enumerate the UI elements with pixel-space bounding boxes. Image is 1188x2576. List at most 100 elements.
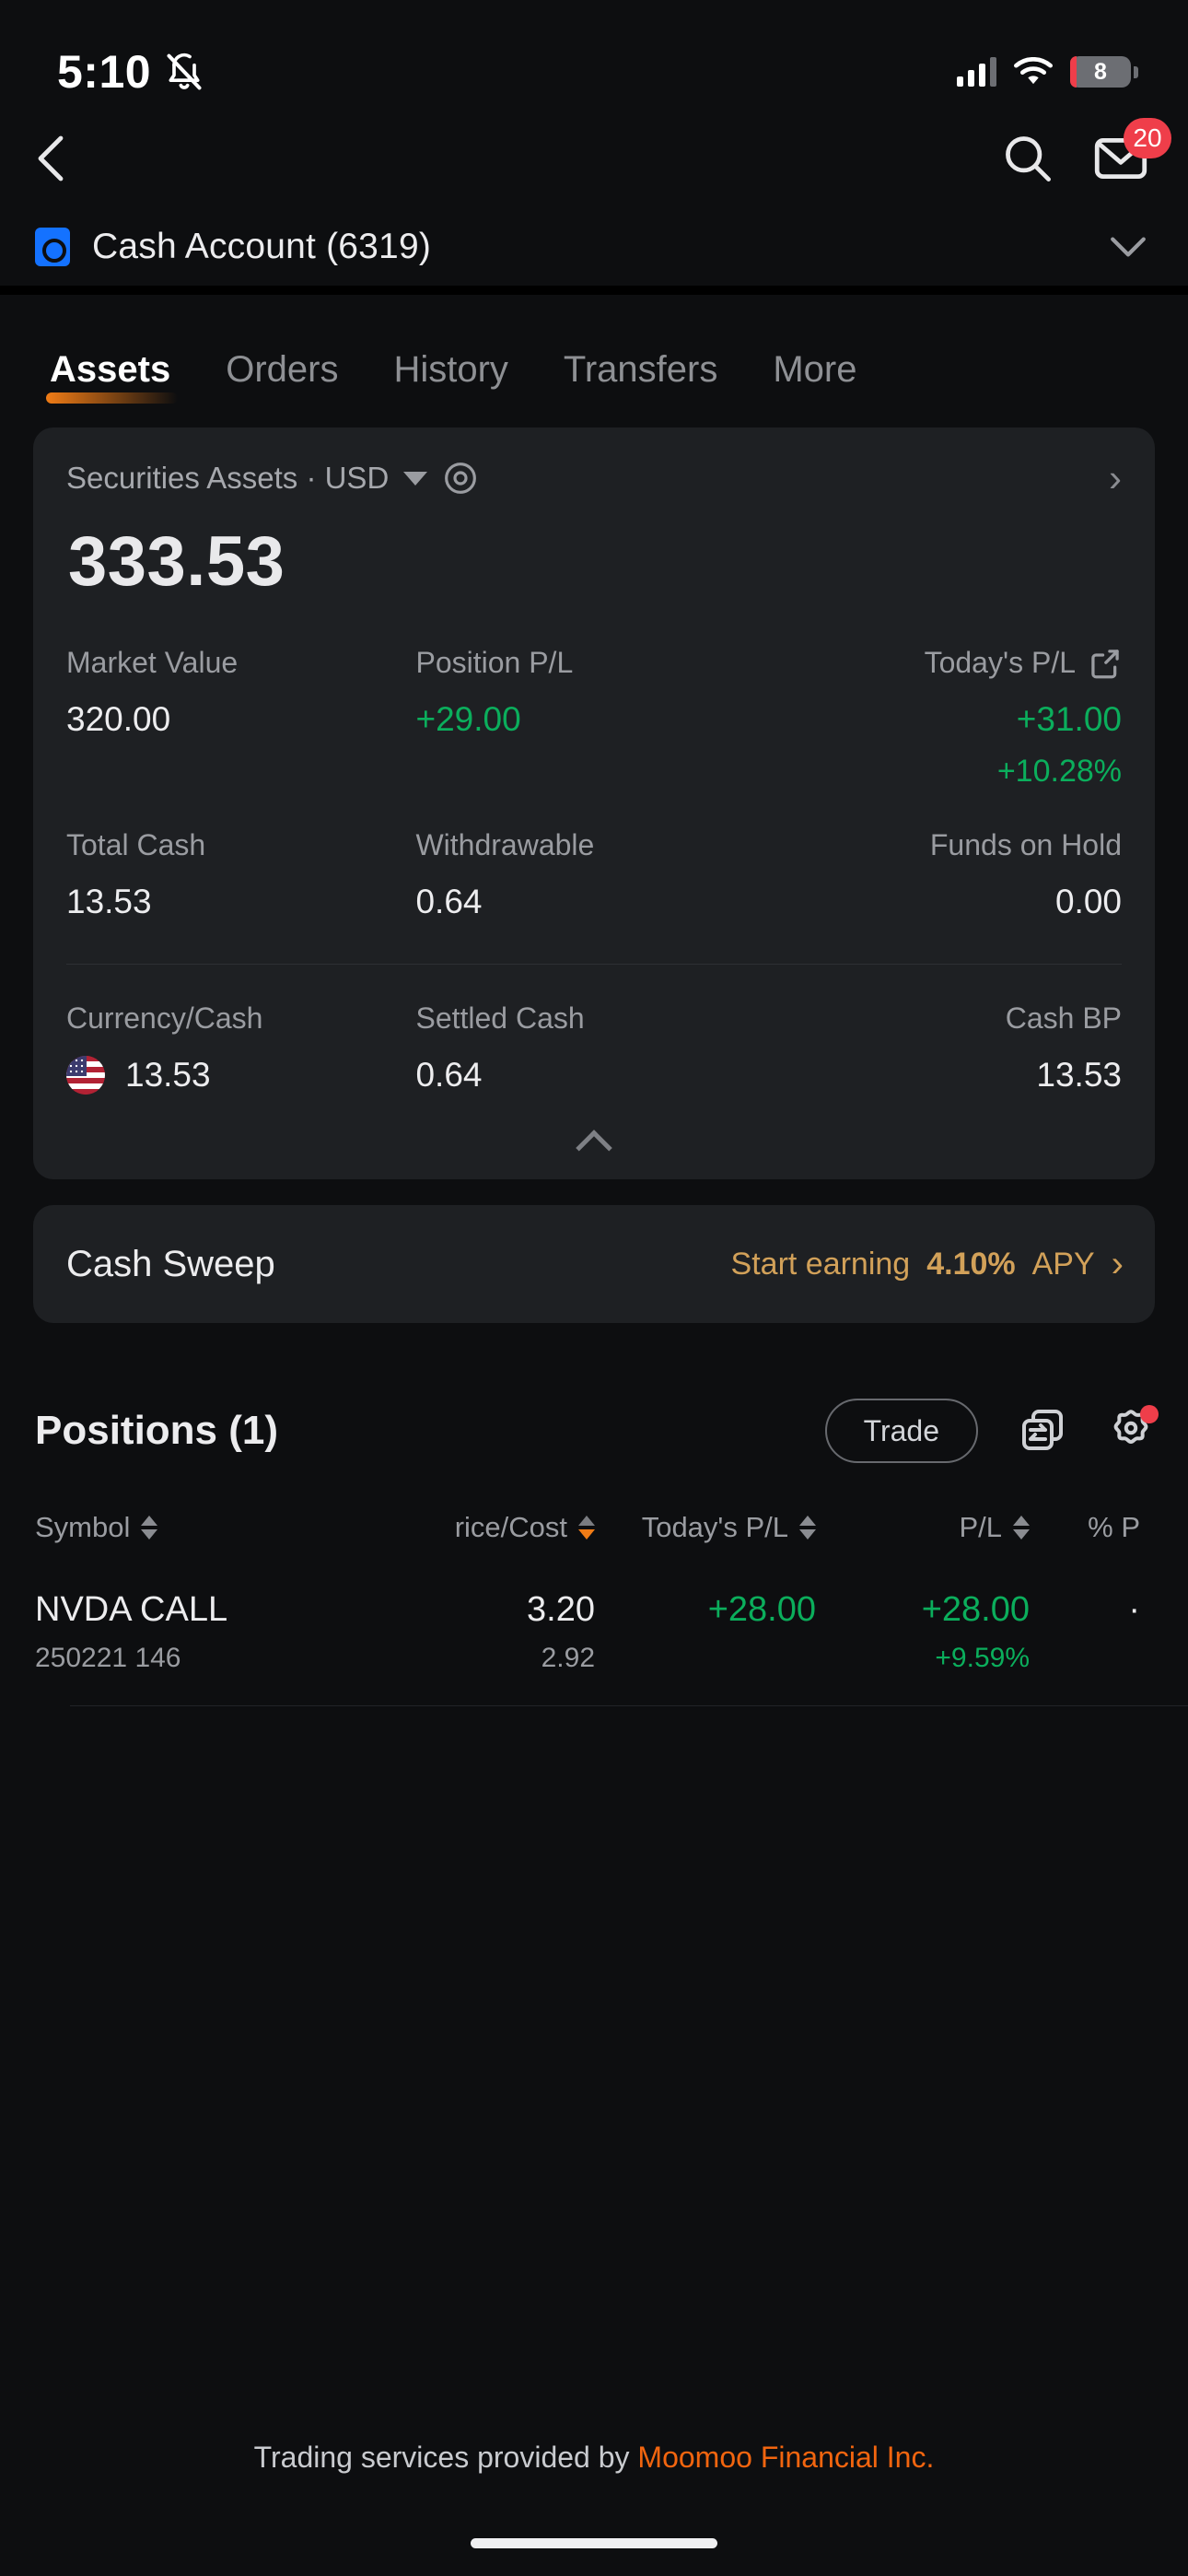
tab-orders[interactable]: Orders [198,349,366,407]
position-overflow-marker: · [1128,1590,1140,1629]
metric-label: Cash BP [1005,1001,1122,1035]
metric-label: Currency/Cash [66,1001,263,1035]
metric-label: Position P/L [415,646,574,679]
metric-label: Today's P/L [773,646,1122,680]
column-header-pl[interactable]: P/L [816,1511,1030,1544]
trade-button[interactable]: Trade [824,1399,978,1463]
account-tabs: Assets Orders History Transfers More [0,295,1188,407]
mail-unread-badge: 20 [1124,118,1171,158]
metric-value: 13.53 [125,1056,211,1094]
total-balance: 333.53 [68,522,285,601]
position-contract: 250221 146 [35,1643,181,1673]
position-pl: +28.00 [921,1590,1030,1629]
sort-icon [141,1516,158,1540]
eye-icon[interactable] [442,460,479,497]
status-time: 5:10 [57,46,152,98]
settings-button[interactable] [1107,1405,1159,1455]
metrics-row-1: Market Value 320.00 Position P/L +29.00 … [66,646,1122,790]
wifi-icon [1014,57,1053,85]
column-header-pl-pct[interactable]: % P [1030,1511,1140,1544]
metric-cash-bp: Cash BP 13.53 [773,1001,1122,1095]
position-cost: 2.92 [541,1643,595,1673]
tab-assets[interactable]: Assets [29,349,198,407]
metric-position-pl: Position P/L +29.00 [415,646,772,790]
positions-table-header: Symbol rice/Cost Today's P/L P/L % P [35,1498,1188,1557]
search-button[interactable] [1002,133,1054,184]
metric-value: 0.64 [415,883,483,920]
metric-value: 0.00 [1054,883,1122,920]
back-button[interactable] [31,135,72,182]
column-label: Symbol [35,1511,131,1543]
collapse-card-button[interactable] [66,1107,1122,1179]
cash-sweep-title: Cash Sweep [66,1243,275,1284]
section-divider [0,286,1188,295]
metric-value: 13.53 [66,883,152,920]
column-header-todays-pl[interactable]: Today's P/L [595,1511,816,1544]
tab-more[interactable]: More [745,349,884,407]
tab-transfers[interactable]: Transfers [536,349,745,407]
footer-disclaimer: Trading services provided by Moomoo Fina… [0,2441,1188,2475]
account-name: Cash Account (6319) [92,227,432,266]
metric-settled-cash: Settled Cash 0.64 [415,1001,772,1095]
securities-assets-label: Securities Assets · USD [66,461,390,495]
sort-icon-active [578,1516,595,1540]
metric-funds-on-hold: Funds on Hold 0.00 [773,828,1122,921]
bell-slash-icon [167,53,202,90]
currency-chevron-down-icon[interactable] [403,471,428,486]
metric-value: 0.64 [415,1056,483,1094]
metric-label: Withdrawable [415,828,595,861]
assets-detail-chevron-right-icon[interactable]: › [1109,459,1122,498]
table-row-divider [70,1705,1188,1706]
metric-value: +31.00 [1016,700,1122,738]
metrics-row-2: Total Cash 13.53 Withdrawable 0.64 Funds… [66,828,1122,921]
share-icon[interactable] [1089,647,1122,680]
metric-label-text: Today's P/L [924,646,1076,679]
metric-value: +29.00 [415,700,521,738]
positions-header: Positions (1) Trade [0,1380,1188,1481]
column-header-price-cost[interactable]: rice/Cost [367,1511,595,1544]
tab-history[interactable]: History [366,349,535,407]
metric-label: Market Value [66,646,239,679]
mail-button[interactable]: 20 [1094,118,1171,181]
search-icon [1006,136,1051,181]
column-label: rice/Cost [454,1511,567,1543]
cell-price-cost: 3.20 2.92 [367,1590,595,1674]
metric-value: 320.00 [66,700,171,738]
transfer-button[interactable] [1019,1407,1066,1455]
position-pl-pct: +9.59% [935,1643,1030,1673]
metric-value-with-flag: 13.53 [66,1056,415,1095]
account-selector[interactable]: Cash Account (6319) [0,208,1188,286]
metric-label: Settled Cash [415,1001,585,1035]
column-label: P/L [959,1511,1002,1543]
settings-notification-dot [1140,1405,1159,1423]
securities-assets-card: Securities Assets · USD › 333.53 Market … [33,427,1155,1179]
metric-label: Total Cash [66,828,206,861]
footer-link[interactable]: Moomoo Financial Inc. [637,2441,934,2474]
sort-icon [1013,1516,1030,1540]
home-indicator [471,2538,717,2548]
cell-symbol: NVDA CALL 250221 146 [35,1590,367,1674]
wallet-icon [35,228,70,266]
chevron-right-icon: › [1111,1244,1124,1284]
cash-sweep-cta[interactable]: Start earning 4.10% APY › [731,1246,1124,1282]
metric-total-cash: Total Cash 13.53 [66,828,415,921]
status-bar: 5:10 8 [0,0,1188,109]
column-header-symbol[interactable]: Symbol [35,1511,367,1544]
cellular-bars-icon [957,57,996,87]
battery-indicator: 8 [1070,56,1138,88]
cell-todays-pl: +28.00 [595,1590,816,1630]
metric-value: 13.53 [1036,1056,1122,1094]
card-divider [66,964,1122,965]
column-label: % P [1088,1511,1140,1543]
metric-market-value: Market Value 320.00 [66,646,415,790]
chevron-down-icon[interactable] [1109,235,1147,259]
chevron-up-icon [576,1130,612,1166]
metric-todays-pl: Today's P/L +31.00 +10.28% [773,646,1122,790]
cash-sweep-banner[interactable]: Cash Sweep Start earning 4.10% APY › [33,1205,1155,1323]
table-row[interactable]: NVDA CALL 250221 146 3.20 2.92 +28.00 +2… [35,1557,1188,1705]
metric-label: Funds on Hold [929,828,1122,861]
cell-pl-pct-overflow: · [1030,1590,1140,1630]
top-nav-bar: 20 [0,109,1188,208]
metric-currency-cash: Currency/Cash 13.53 [66,1001,415,1095]
cell-pl: +28.00 +9.59% [816,1590,1030,1674]
